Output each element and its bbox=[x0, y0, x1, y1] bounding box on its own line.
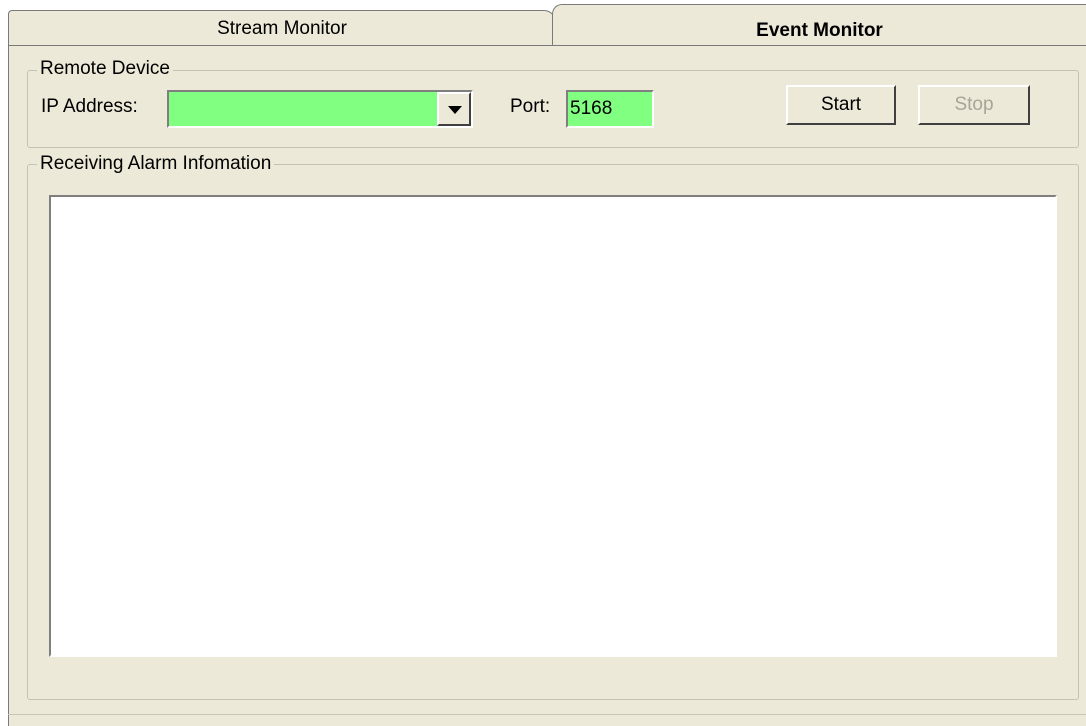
tab-stream-monitor-label: Stream Monitor bbox=[217, 18, 347, 39]
start-button[interactable]: Start bbox=[786, 85, 896, 125]
alarm-info-group-title: Receiving Alarm Infomation bbox=[37, 153, 275, 175]
chevron-down-icon bbox=[448, 106, 462, 114]
remote-device-group-title: Remote Device bbox=[37, 58, 173, 80]
ip-address-label: IP Address: bbox=[41, 96, 138, 117]
tab-event-monitor[interactable]: Event Monitor bbox=[552, 4, 1086, 46]
tab-stream-monitor[interactable]: Stream Monitor bbox=[8, 10, 556, 46]
ip-address-dropdown-button[interactable] bbox=[437, 92, 471, 126]
ip-address-combobox[interactable] bbox=[167, 90, 473, 128]
panel-divider bbox=[8, 714, 1086, 715]
stop-button[interactable]: Stop bbox=[918, 85, 1030, 125]
tab-event-monitor-label: Event Monitor bbox=[756, 20, 883, 41]
port-label: Port: bbox=[510, 96, 551, 117]
port-input[interactable] bbox=[566, 90, 654, 128]
event-monitor-window: Stream Monitor Event Monitor Remote Devi… bbox=[0, 0, 1086, 726]
alarm-info-list[interactable] bbox=[49, 195, 1057, 657]
